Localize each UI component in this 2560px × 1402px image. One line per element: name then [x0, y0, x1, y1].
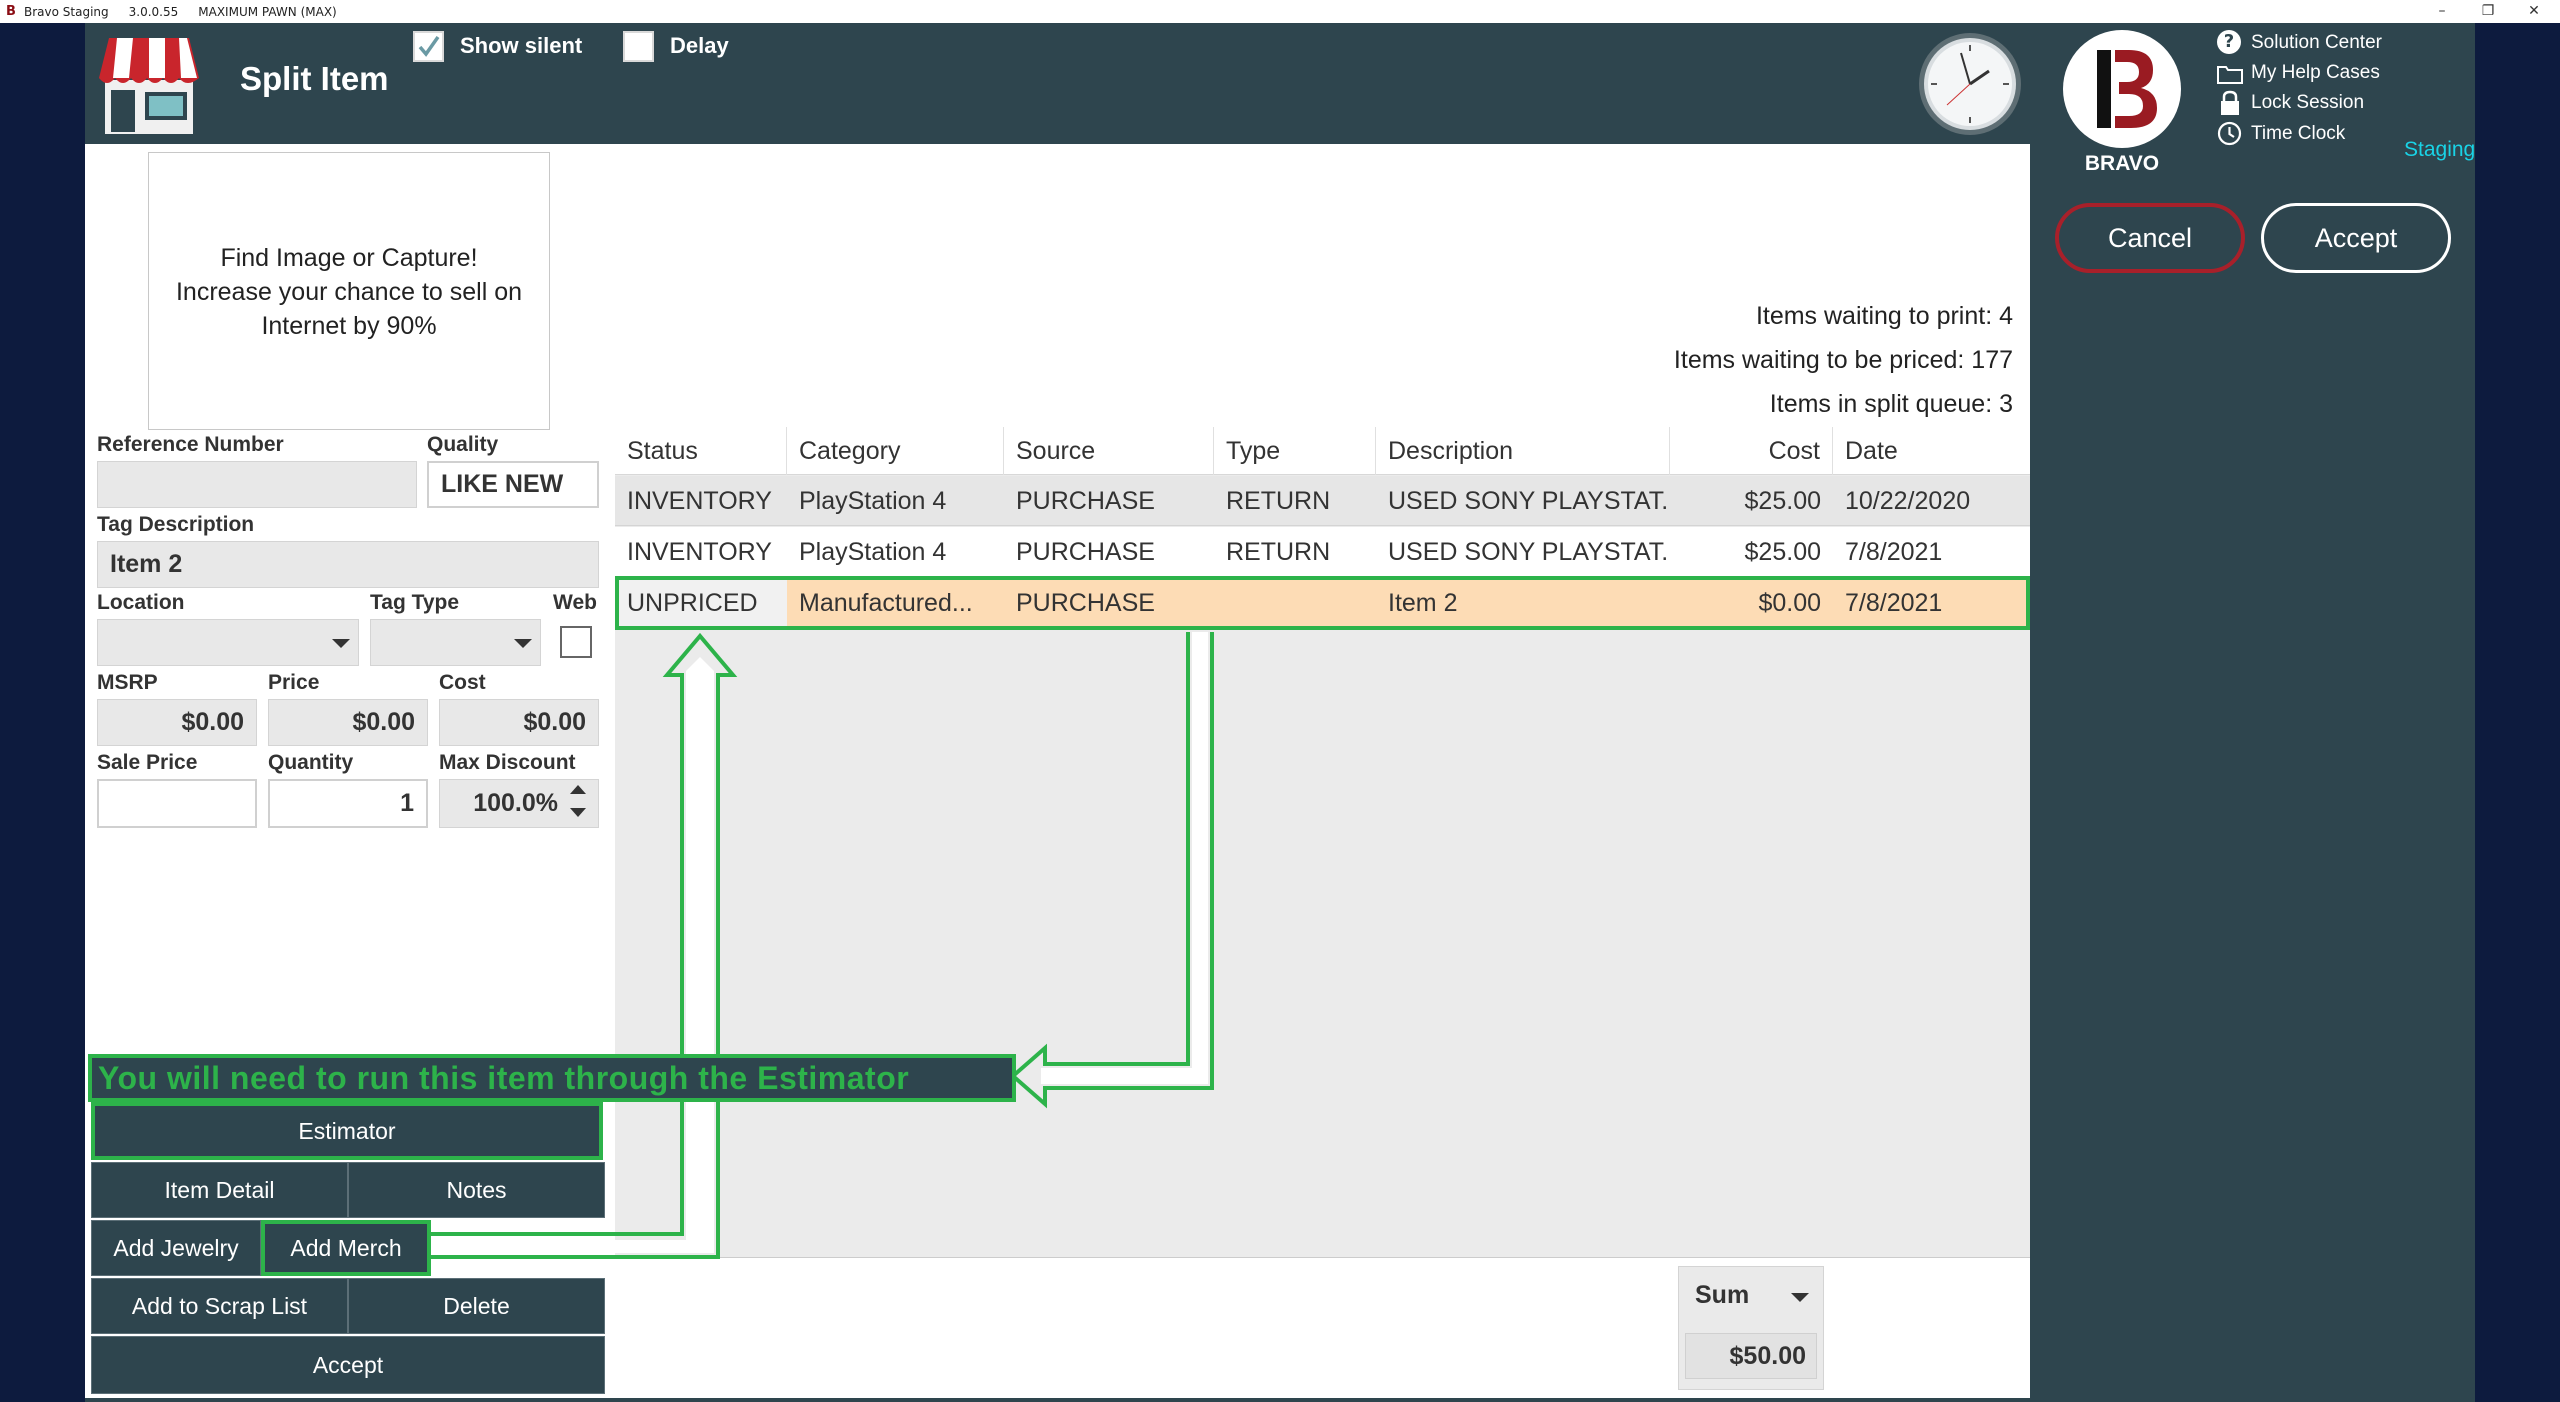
left-arrow-fill [1041, 632, 1208, 1084]
annotation-text: You will need to run this item through t… [98, 1060, 910, 1096]
left-arrow-shape [1009, 632, 1214, 1109]
annotation-arrows [427, 632, 1214, 1259]
annotation-callout: You will need to run this item through t… [88, 1054, 1016, 1102]
up-arrow-fill [431, 657, 714, 1253]
